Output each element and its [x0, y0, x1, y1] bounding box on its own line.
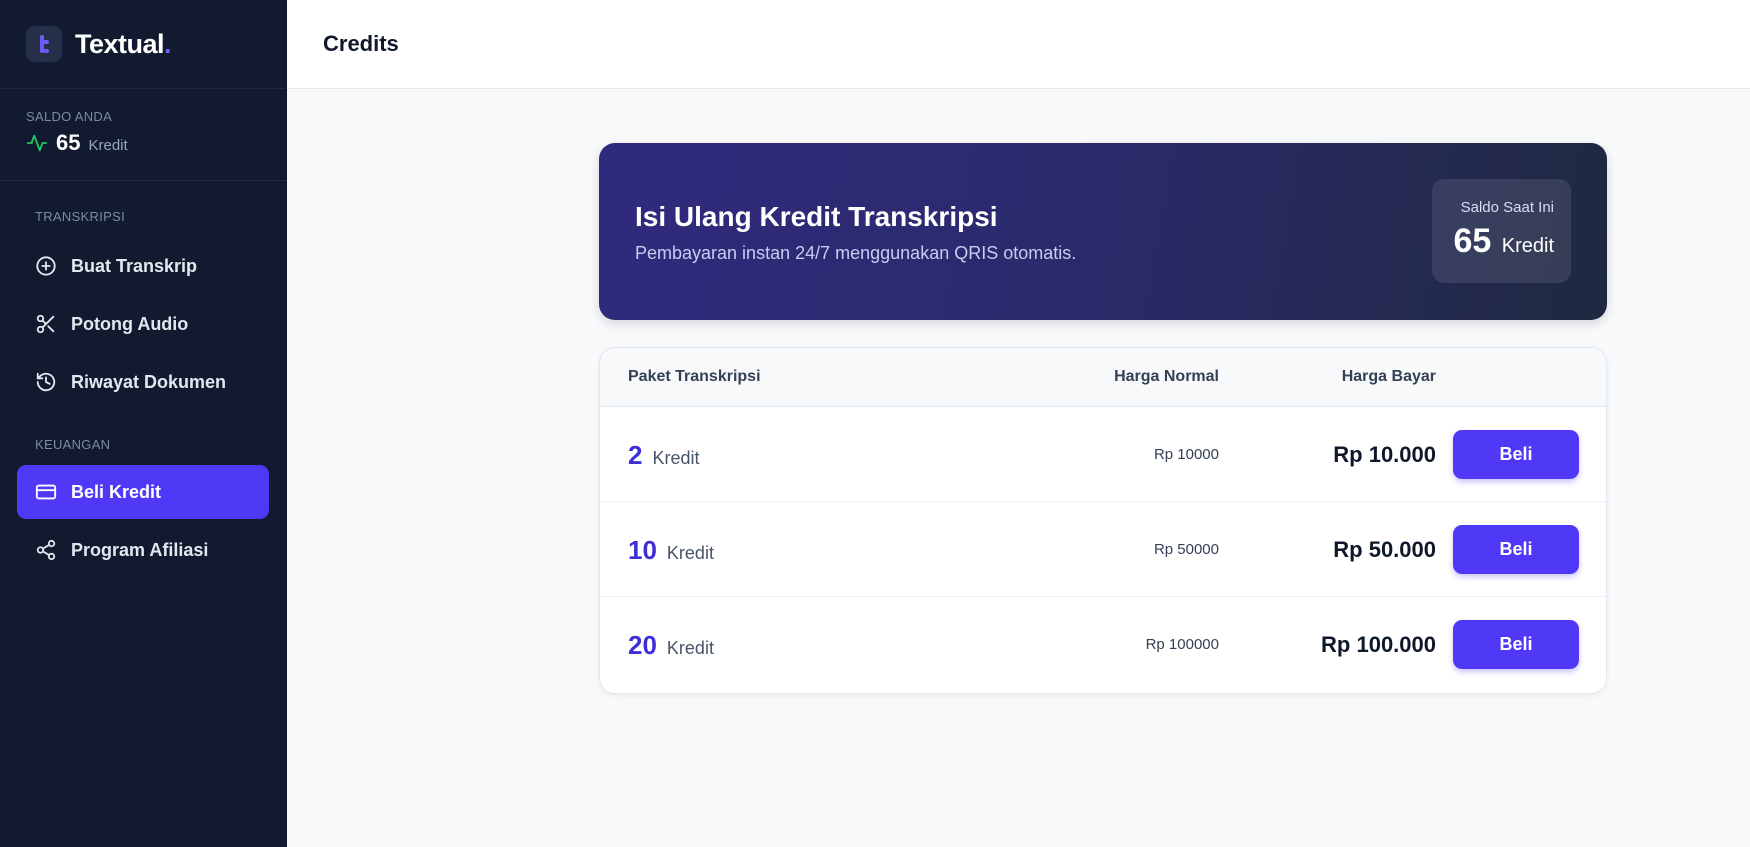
- brand-name-text: Textual: [75, 28, 165, 59]
- sidebar-item-label: Buat Transkrip: [71, 255, 198, 276]
- balance-value: 65: [56, 130, 81, 155]
- sidebar-item-beli-kredit[interactable]: Beli Kredit: [17, 465, 269, 519]
- price-pay: Rp 10.000: [1333, 442, 1436, 467]
- brand-logo-icon: [26, 26, 62, 62]
- balance-label: SALDO ANDA: [26, 109, 113, 124]
- plus-circle-icon: [36, 256, 56, 276]
- package-unit: Kredit: [666, 638, 714, 658]
- activity-pulse-icon: [26, 134, 48, 152]
- topbar: Credits: [287, 0, 1750, 89]
- section-label-transkripsi: TRANSKRIPSI: [35, 209, 125, 224]
- price-normal: Rp 10000: [1153, 446, 1219, 463]
- brand-dot: .: [164, 28, 172, 59]
- buy-button[interactable]: Beli: [1453, 430, 1579, 479]
- column-header-paket: Paket Transkripsi: [628, 368, 761, 385]
- sidebar-item-buat-transkrip[interactable]: Buat Transkrip: [17, 239, 269, 293]
- sidebar-item-label: Beli Kredit: [71, 481, 162, 502]
- sidebar-item-program-afiliasi[interactable]: Program Afiliasi: [17, 523, 269, 577]
- sidebar-item-riwayat-dokumen[interactable]: Riwayat Dokumen: [17, 355, 269, 409]
- current-balance-label: Saldo Saat Ini: [1460, 199, 1554, 216]
- package-quantity: 20: [628, 630, 657, 660]
- balance-unit: Kredit: [88, 137, 128, 154]
- sidebar-item-potong-audio[interactable]: Potong Audio: [17, 297, 269, 351]
- buy-button[interactable]: Beli: [1453, 525, 1579, 574]
- current-balance-unit: Kredit: [1501, 235, 1554, 257]
- hero-title: Isi Ulang Kredit Transkripsi: [635, 201, 998, 232]
- sidebar-item-label: Potong Audio: [71, 313, 189, 334]
- sidebar-item-label: Program Afiliasi: [71, 539, 209, 560]
- table-header: Paket Transkripsi Harga Normal Harga Bay…: [600, 348, 1606, 407]
- current-balance-badge: Saldo Saat Ini 65 Kredit: [1432, 179, 1571, 283]
- table-row: 20 Kredit Rp 100000 Rp 100.000 Beli: [600, 597, 1606, 692]
- current-balance-value: 65: [1453, 222, 1492, 260]
- share-icon: [36, 539, 56, 561]
- table-row: 10 Kredit Rp 50000 Rp 50.000 Beli: [600, 502, 1606, 597]
- page-title: Credits: [323, 31, 399, 56]
- price-pay: Rp 50.000: [1333, 537, 1436, 562]
- section-label-keuangan: KEUANGAN: [35, 437, 111, 452]
- balance-panel: SALDO ANDA 65 Kredit: [0, 89, 287, 181]
- topup-hero-banner: Isi Ulang Kredit Transkripsi Pembayaran …: [599, 143, 1607, 320]
- package-unit: Kredit: [666, 543, 714, 563]
- price-normal: Rp 100000: [1145, 636, 1219, 653]
- table-row: 2 Kredit Rp 10000 Rp 10.000 Beli: [600, 407, 1606, 502]
- credit-packages-table: Paket Transkripsi Harga Normal Harga Bay…: [599, 347, 1607, 694]
- credit-card-icon: [35, 484, 57, 500]
- scissors-icon: [36, 314, 55, 334]
- brand[interactable]: Textual.: [0, 0, 287, 89]
- sidebar-item-label: Riwayat Dokumen: [71, 371, 227, 392]
- buy-button[interactable]: Beli: [1453, 620, 1579, 669]
- history-icon: [36, 372, 56, 392]
- column-header-harga-normal: Harga Normal: [1114, 368, 1219, 385]
- package-unit: Kredit: [652, 448, 700, 468]
- column-header-harga-bayar: Harga Bayar: [1341, 368, 1436, 385]
- sidebar: Textual. SALDO ANDA 65 Kredit TRANSKRIPS…: [0, 0, 287, 847]
- price-normal: Rp 50000: [1153, 541, 1219, 558]
- price-pay: Rp 100.000: [1321, 632, 1436, 657]
- package-quantity: 10: [628, 535, 657, 565]
- brand-name: Textual.: [75, 28, 172, 60]
- package-quantity: 2: [628, 440, 643, 470]
- hero-subtitle: Pembayaran instan 24/7 menggunakan QRIS …: [635, 243, 1077, 263]
